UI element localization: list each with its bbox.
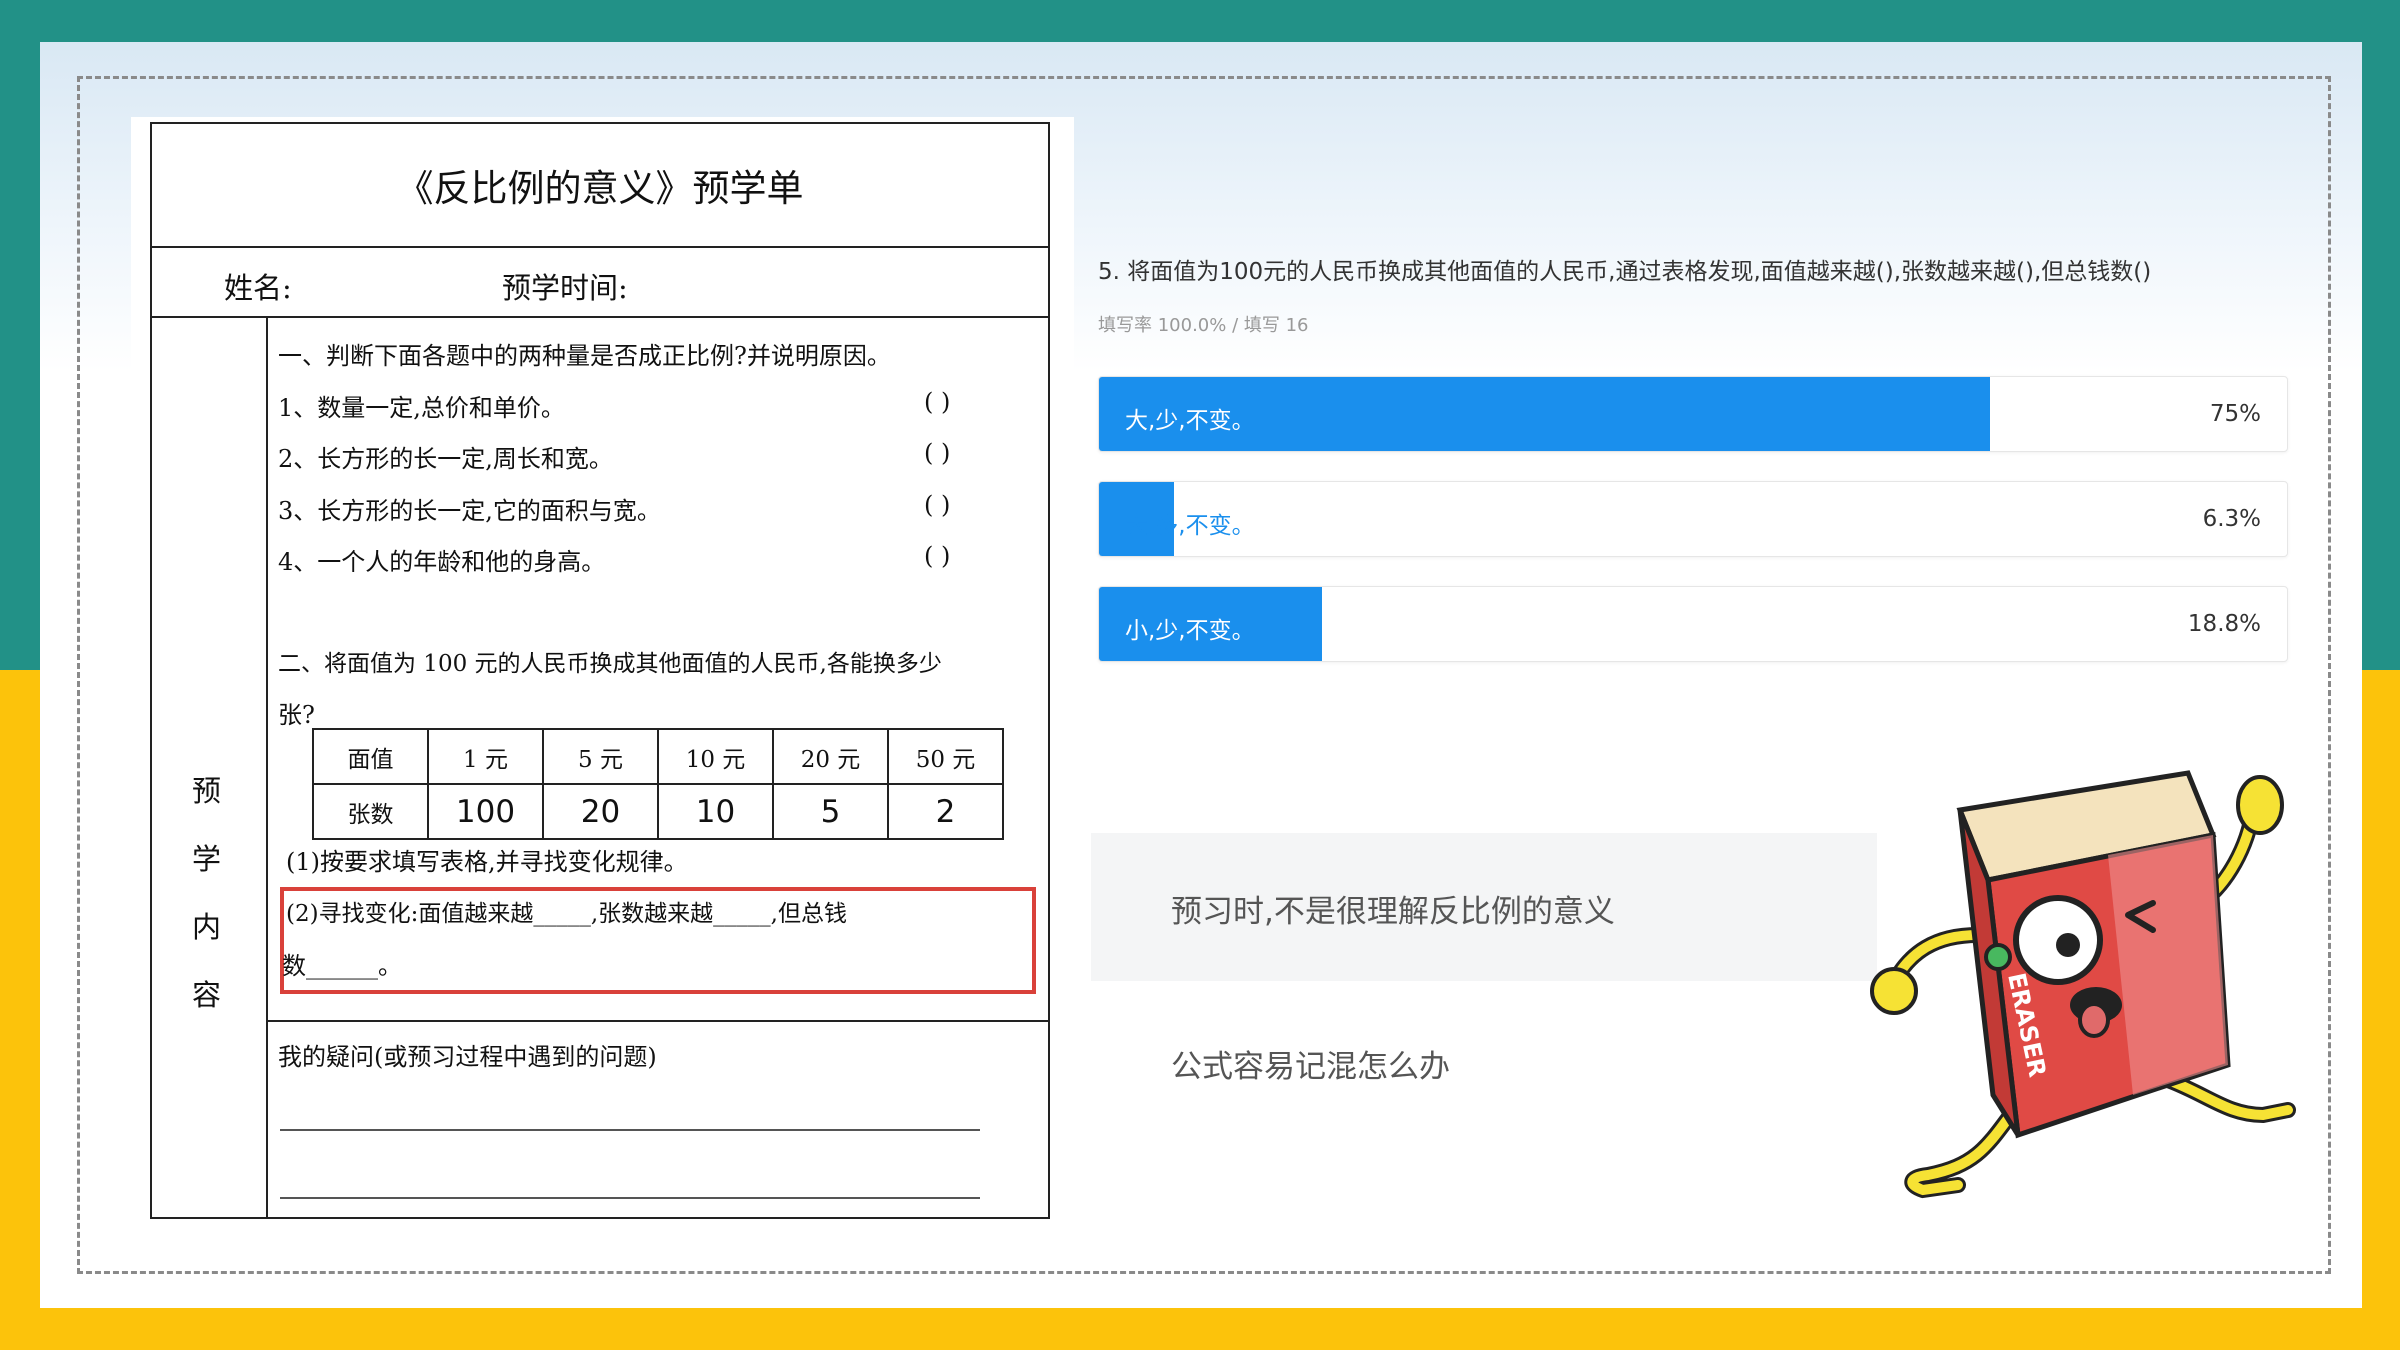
questions-label: 我的疑问(或预习过程中遇到的问题) <box>278 1043 657 1071</box>
table-cell: 100 <box>427 783 544 840</box>
part1-heading: 一、判断下面各题中的两种量是否成正比例?并说明原因。 <box>278 342 891 370</box>
option-label: 小,少,不变。 <box>1125 618 1255 644</box>
table-cell: 10 元 <box>657 728 774 785</box>
judge-item: 4、一个人的年龄和他的身高。 <box>278 548 606 576</box>
sub-question-2-cont: 数______。 <box>282 952 402 980</box>
table-cell: 5 <box>772 783 889 840</box>
writing-line <box>280 1197 980 1199</box>
table-cell: 20 元 <box>772 728 889 785</box>
part2-heading: 二、将面值为 100 元的人民币换成其他面值的人民币,各能换多少 <box>278 651 942 677</box>
answer-paren: ( ) <box>924 542 951 570</box>
table-row: 面值 1 元 5 元 10 元 20 元 50 元 <box>312 728 1004 785</box>
table-cell: 2 <box>887 783 1004 840</box>
sub-question-1: (1)按要求填写表格,并寻找变化规律。 <box>286 848 688 876</box>
option-bar: 大,少,不变。 75% <box>1098 376 2288 452</box>
table-cell: 10 <box>657 783 774 840</box>
eraser-mascot-icon: ERASER <box>1870 770 2296 1199</box>
table-cell: 1 元 <box>427 728 544 785</box>
option-percent: 75% <box>2209 401 2261 427</box>
answer-paren: ( ) <box>924 491 951 519</box>
judge-item: 2、长方形的长一定,周长和宽。 <box>278 445 613 473</box>
fill-rate: 填写率 100.0% / 填写 16 <box>1098 315 1309 336</box>
denomination-table: 面值 1 元 5 元 10 元 20 元 50 元 张数 100 20 10 5… <box>312 728 1004 840</box>
answer-paren: ( ) <box>924 439 951 467</box>
worksheet-title: 《反比例的意义》预学单 <box>152 124 1048 248</box>
option-percent: 6.3% <box>2202 506 2261 532</box>
judge-item: 1、数量一定,总价和单价。 <box>278 394 565 422</box>
table-row: 张数 100 20 10 5 2 <box>312 783 1004 840</box>
comment-text: 公式容易记混怎么办 <box>1171 1049 1450 1085</box>
table-cell: 5 元 <box>542 728 659 785</box>
side-char: 内 <box>192 910 222 944</box>
comment-text: 预习时,不是很理解反比例的意义 <box>1171 894 1615 930</box>
table-cell: 20 <box>542 783 659 840</box>
side-char: 学 <box>192 842 222 876</box>
answer-paren: ( ) <box>924 388 951 416</box>
name-row: 姓名: 预学时间: <box>152 248 1048 318</box>
side-char: 预 <box>192 774 222 808</box>
part2-heading-cont: 张? <box>278 701 315 729</box>
option-percent: 18.8% <box>2187 611 2261 637</box>
side-char: 容 <box>192 978 222 1012</box>
section-divider <box>268 1020 1048 1022</box>
sub-question-2: (2)寻找变化:面值越来越_____,张数越来越_____,但总钱 <box>286 901 847 927</box>
judge-item: 3、长方形的长一定,它的面积与宽。 <box>278 497 661 525</box>
table-cell: 张数 <box>312 783 429 840</box>
survey-question: 5. 将面值为100元的人民币换成其他面值的人民币,通过表格发现,面值越来越()… <box>1098 259 2152 285</box>
table-cell: 面值 <box>312 728 429 785</box>
comment-card: 预习时,不是很理解反比例的意义 <box>1091 833 1877 981</box>
name-label: 姓名: <box>224 271 292 305</box>
table-cell: 50 元 <box>887 728 1004 785</box>
time-label: 预学时间: <box>502 271 628 305</box>
option-bar: 小,少,不变。 18.8% <box>1098 586 2288 662</box>
writing-line <box>280 1129 980 1131</box>
option-label: 大,少,不变。 <box>1125 408 1255 434</box>
option-label: 大,多,不变。 <box>1125 513 1255 539</box>
side-label-column: 预 学 内 容 <box>152 318 268 1217</box>
option-bar: 大,多,不变。 6.3% <box>1098 481 2288 557</box>
worksheet: 《反比例的意义》预学单 姓名: 预学时间: 预 学 内 容 一、判断下面各题中的… <box>150 122 1050 1219</box>
